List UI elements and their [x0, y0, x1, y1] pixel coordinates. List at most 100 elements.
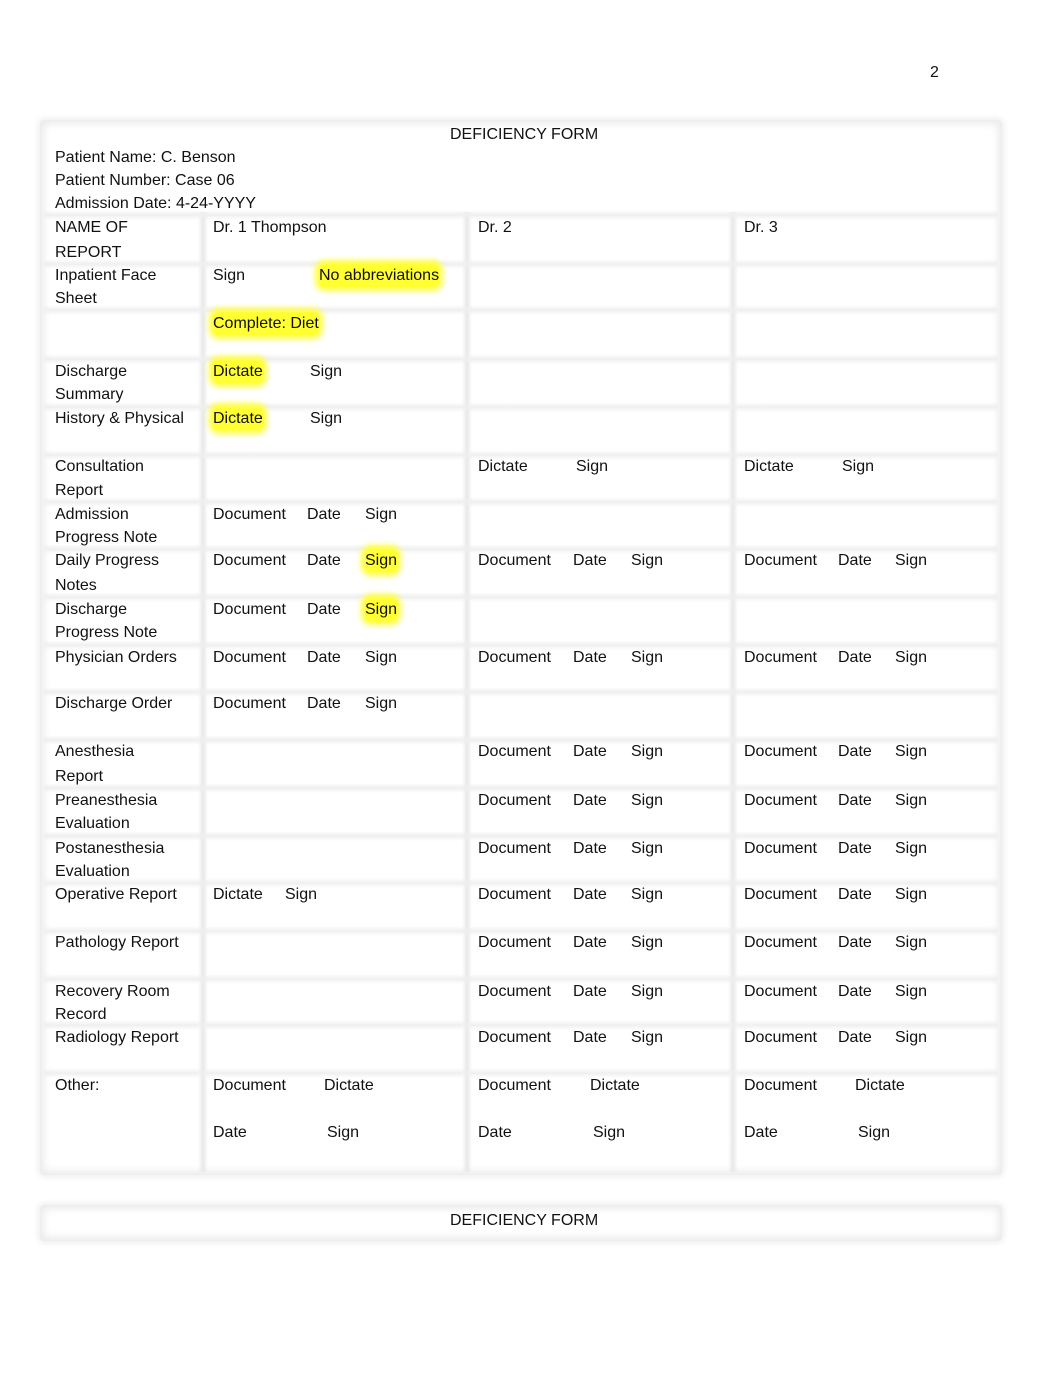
- dr2-sign: Sign: [631, 649, 664, 666]
- dr1-sign-highlight: Sign: [365, 598, 398, 621]
- report-name-2: Evaluation: [55, 815, 130, 832]
- admission-date: Admission Date: 4-24-YYYY: [55, 195, 256, 212]
- dr2-dictate: Dictate: [590, 1077, 640, 1094]
- dr3-sign: Sign: [895, 934, 928, 951]
- dr1-document: Document: [213, 1077, 286, 1094]
- dr3-sign: Sign: [895, 886, 928, 903]
- report-name-2: Record: [55, 1006, 107, 1023]
- dr1-sign-highlight: Sign: [365, 549, 398, 572]
- dr3-date: Date: [838, 934, 872, 951]
- dr1-no-abbreviations-highlight: No abbreviations: [319, 264, 440, 287]
- dr1-complete-diet-highlight: Complete: Diet: [213, 312, 319, 335]
- dr1-date: Date: [213, 1124, 247, 1141]
- header-dr1: Dr. 1 Thompson: [213, 219, 327, 236]
- dr3-document: Document: [744, 792, 817, 809]
- dr3-date: Date: [838, 649, 872, 666]
- dr2-sign: Sign: [631, 792, 664, 809]
- dr1-dictate: Dictate: [324, 1077, 374, 1094]
- dr3-document: Document: [744, 649, 817, 666]
- report-name-2: Report: [55, 482, 104, 499]
- dr2-document: Document: [478, 840, 551, 857]
- dr3-document: Document: [744, 934, 817, 951]
- dr1-document: Document: [213, 695, 286, 712]
- form-title-2: DEFICIENCY FORM: [450, 1212, 599, 1229]
- report-name: Preanesthesia: [55, 792, 158, 809]
- page-number: 2: [930, 64, 939, 81]
- report-name: Consultation: [55, 458, 144, 475]
- dr3-date: Date: [838, 886, 872, 903]
- report-name-2: Summary: [55, 386, 124, 403]
- dr3-date: Date: [838, 792, 872, 809]
- dr1-sign: Sign: [310, 410, 343, 427]
- dr2-document: Document: [478, 934, 551, 951]
- report-name: Discharge: [55, 363, 128, 380]
- dr3-document: Document: [744, 983, 817, 1000]
- report-name: Admission: [55, 506, 129, 523]
- dr1-dictate-highlight: Dictate: [213, 360, 263, 383]
- dr1-document: Document: [213, 552, 286, 569]
- dr2-sign: Sign: [631, 840, 664, 857]
- report-name-2: Evaluation: [55, 863, 130, 880]
- dr2-sign: Sign: [576, 458, 609, 475]
- report-name: Anesthesia: [55, 743, 135, 760]
- dr2-sign: Sign: [631, 1029, 664, 1046]
- dr1-sign: Sign: [285, 886, 318, 903]
- report-name: Postanesthesia: [55, 840, 165, 857]
- dr1-dictate: Dictate: [213, 886, 263, 903]
- dr1-document: Document: [213, 506, 286, 523]
- dr1-dictate-highlight: Dictate: [213, 407, 263, 430]
- row-divider: [44, 497, 998, 507]
- dr1-date: Date: [307, 552, 341, 569]
- patient-number: Patient Number: Case 06: [55, 172, 235, 189]
- dr3-date: Date: [838, 983, 872, 1000]
- dr1-document: Document: [213, 649, 286, 666]
- dr2-date: Date: [573, 552, 607, 569]
- dr3-sign: Sign: [895, 552, 928, 569]
- dr3-sign: Sign: [842, 458, 875, 475]
- dr2-document: Document: [478, 552, 551, 569]
- header-dr3: Dr. 3: [744, 219, 778, 236]
- report-name-2: Notes: [55, 577, 97, 594]
- dr2-document: Document: [478, 743, 551, 760]
- dr2-date: Date: [573, 792, 607, 809]
- row-divider: [44, 687, 998, 697]
- report-name: Discharge: [55, 601, 128, 618]
- dr2-sign: Sign: [631, 743, 664, 760]
- dr3-sign: Sign: [895, 649, 928, 666]
- report-name: History & Physical: [55, 410, 184, 427]
- dr2-dictate: Dictate: [478, 458, 528, 475]
- dr1-sign: Sign: [213, 267, 246, 284]
- dr2-document: Document: [478, 649, 551, 666]
- row-divider: [44, 354, 998, 364]
- dr1-date: Date: [307, 695, 341, 712]
- report-name: Other:: [55, 1077, 100, 1094]
- dr2-date: Date: [478, 1124, 512, 1141]
- report-name: Inpatient Face: [55, 267, 157, 284]
- row-divider: [44, 402, 998, 412]
- dr3-document: Document: [744, 886, 817, 903]
- dr2-document: Document: [478, 1029, 551, 1046]
- report-name: Recovery Room: [55, 983, 170, 1000]
- dr3-date: Date: [838, 1029, 872, 1046]
- dr3-sign: Sign: [858, 1124, 891, 1141]
- header-dr2: Dr. 2: [478, 219, 512, 236]
- report-name-2: Progress Note: [55, 624, 158, 641]
- dr2-date: Date: [573, 743, 607, 760]
- dr1-date: Date: [307, 649, 341, 666]
- dr3-document: Document: [744, 552, 817, 569]
- dr3-sign: Sign: [895, 983, 928, 1000]
- dr1-date: Date: [307, 506, 341, 523]
- report-name: Radiology Report: [55, 1029, 179, 1046]
- row-divider: [44, 592, 998, 602]
- dr2-date: Date: [573, 886, 607, 903]
- dr3-sign: Sign: [895, 1029, 928, 1046]
- dr2-document: Document: [478, 886, 551, 903]
- dr1-date: Date: [307, 601, 341, 618]
- dr2-document: Document: [478, 792, 551, 809]
- form-title: DEFICIENCY FORM: [450, 126, 599, 143]
- dr3-date: Date: [744, 1124, 778, 1141]
- report-name: Discharge Order: [55, 695, 173, 712]
- dr2-date: Date: [573, 983, 607, 1000]
- row-divider: [44, 305, 998, 315]
- header-report-name: NAME OF: [55, 219, 128, 236]
